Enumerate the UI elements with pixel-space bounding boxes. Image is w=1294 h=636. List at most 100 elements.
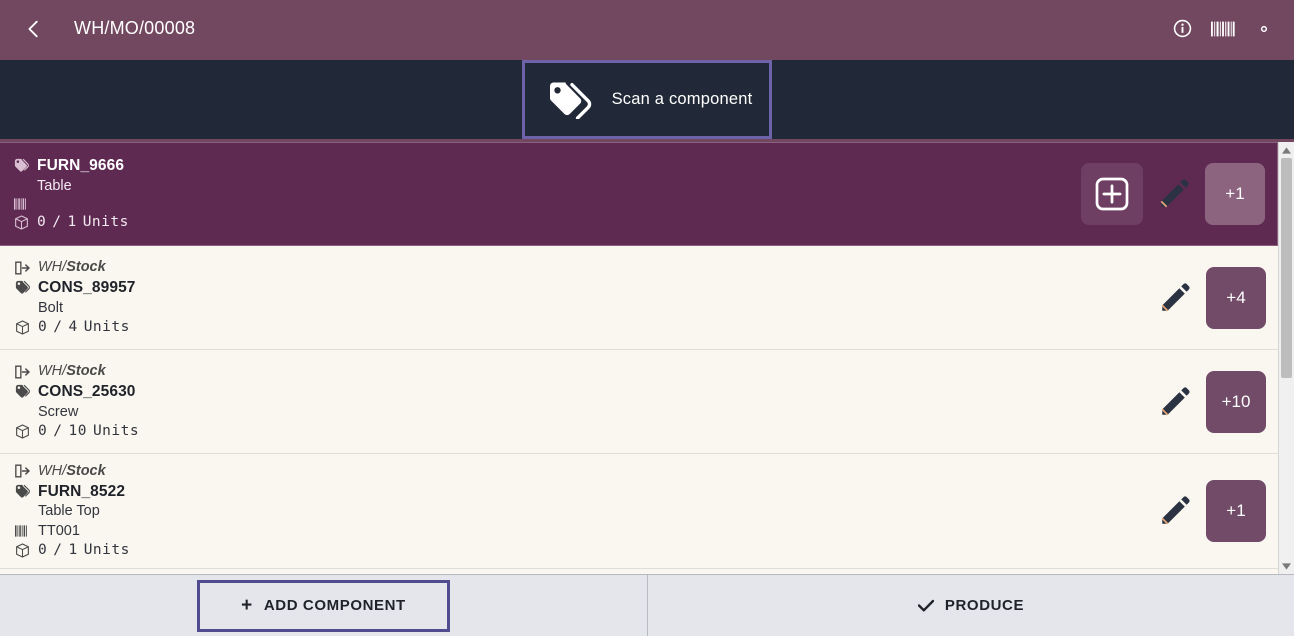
product-code-line: FURN_8522 <box>14 482 1144 502</box>
quantity-line: 0 / 10 Units <box>14 422 1144 441</box>
page-title: WH/MO/00008 <box>74 18 196 38</box>
plus-square-icon <box>1095 177 1129 211</box>
component-row-actions: +4 <box>1144 266 1278 329</box>
component-row[interactable]: WH/Stock FURN_8522 Table Top TT001 0/1 Units +… <box>0 454 1278 570</box>
quantity-done: 0 <box>38 319 48 336</box>
edit-component-button[interactable] <box>1144 480 1206 542</box>
quantity-done: 0 <box>37 214 47 231</box>
produce-cell[interactable]: PRODUCE <box>647 575 1294 636</box>
component-row-info: WH/Stock CONS_89957 Bolt 0/4 Units <box>14 258 1144 336</box>
tag-icon <box>15 385 30 398</box>
quantity-separator: / <box>53 423 63 440</box>
component-row-info: WH/Stock CONS_25630 Screw 0/10 Units <box>14 362 1144 440</box>
package-icon <box>15 424 29 439</box>
quick-add-quantity-button[interactable]: +4 <box>1206 266 1266 329</box>
product-code-line: CONS_25630 <box>14 382 1144 402</box>
package-icon-wrap <box>14 423 30 439</box>
scroll-up-button[interactable] <box>1279 142 1294 158</box>
component-row-actions: +1 <box>1144 480 1278 542</box>
location-arrow-icon <box>14 261 30 275</box>
location-arrow-icon <box>14 365 30 379</box>
source-location-line: WH/Stock <box>14 258 1144 277</box>
quick-add-quantity-button[interactable]: +1 <box>1205 163 1265 225</box>
barcode-button[interactable] <box>1211 17 1235 41</box>
tag-icon-wrap <box>14 384 30 400</box>
location-arrow-icon-wrap <box>14 463 30 479</box>
component-row[interactable]: FURN_9666 Table 0 / 1 Units +1 <box>0 142 1278 246</box>
quantity-unit: Units <box>82 214 129 231</box>
barcode-icon <box>13 198 26 211</box>
settings-button[interactable] <box>1252 17 1276 41</box>
quantity-total: 4 <box>68 319 78 336</box>
source-location: WH/Stock <box>38 258 106 277</box>
tag-icon <box>15 484 30 498</box>
source-location: WH/Stock <box>38 362 106 381</box>
top-bar-icon-group <box>1170 17 1276 41</box>
produce-label: PRODUCE <box>944 597 1025 614</box>
pencil-icon <box>1160 179 1189 208</box>
list-scrollbar[interactable] <box>1278 142 1294 574</box>
source-location-line: WH/Stock <box>14 462 1144 481</box>
scan-component-button[interactable]: Scan a component <box>522 60 772 139</box>
quick-add-quantity-button[interactable]: +10 <box>1206 370 1266 433</box>
quantity-total: 10 <box>68 423 87 440</box>
check-icon <box>917 599 934 612</box>
back-button[interactable] <box>14 9 54 49</box>
tag-icon-wrap <box>13 158 29 174</box>
product-code: CONS_89957 <box>38 278 136 296</box>
package-icon-wrap <box>14 543 30 559</box>
lot-number: TT001 <box>38 522 80 539</box>
product-description-line: Table Top <box>14 502 1144 521</box>
edit-component-button[interactable] <box>1144 267 1206 329</box>
bottom-action-bar: + ADD COMPONENT PRODUCE <box>0 574 1294 636</box>
quantity-total: 1 <box>68 542 78 559</box>
scrollbar-track[interactable] <box>1279 158 1294 558</box>
product-description: Table Top <box>38 503 100 520</box>
component-row-info: WH/Stock FURN_8522 Table Top TT001 0/1 Units <box>14 462 1144 560</box>
scroll-down-button[interactable] <box>1279 558 1294 574</box>
product-code: FURN_8522 <box>38 482 126 500</box>
component-list-area: FURN_9666 Table 0/1 Units +1 WH/Stock CONS_899… <box>0 142 1294 574</box>
add-component-button[interactable]: + ADD COMPONENT <box>197 579 450 632</box>
product-code-line: FURN_9666 <box>13 156 1081 176</box>
caret-down-icon <box>1282 562 1291 570</box>
quantity-line: 0 / 1 Units <box>13 213 1081 232</box>
product-code-line: CONS_89957 <box>14 278 1144 298</box>
plus-icon: + <box>241 595 253 616</box>
barcode-icon <box>14 525 27 537</box>
location-prefix: WH/ <box>38 259 67 276</box>
quantity-separator: / <box>53 319 63 336</box>
add-quantity-button[interactable] <box>1081 163 1143 225</box>
source-location-line: WH/Stock <box>14 362 1144 381</box>
barcode-icon-wrap <box>13 196 29 212</box>
barcode-icon-wrap <box>14 523 30 539</box>
package-icon-wrap <box>13 215 29 231</box>
component-row[interactable]: WH/Stock CONS_89957 Bolt 0/4 Units +4 <box>0 246 1278 350</box>
tag-icon <box>14 159 29 172</box>
edit-component-button[interactable] <box>1144 371 1206 433</box>
info-button[interactable] <box>1170 17 1194 41</box>
quantity-line: 0 / 1 Units <box>14 541 1144 560</box>
quantity-text: 0 / 10 Units <box>38 422 139 441</box>
barcode-icon <box>1211 21 1235 36</box>
quantity-text: 0 / 1 Units <box>38 541 130 560</box>
produce-button[interactable]: PRODUCE <box>917 597 1025 614</box>
product-description: Screw <box>38 403 79 420</box>
quantity-separator: / <box>53 542 63 559</box>
component-row[interactable]: WH/Stock CONS_25630 Screw 0/10 Units +10 <box>0 350 1278 454</box>
scrollbar-thumb[interactable] <box>1281 158 1292 378</box>
component-row-actions: +1 <box>1081 163 1277 225</box>
edit-component-button[interactable] <box>1143 163 1205 225</box>
quantity-separator: / <box>52 214 62 231</box>
mrp-production-screen: WH/MO/00008 Scan a component FURN_9666 T… <box>0 0 1294 636</box>
lot-line <box>13 196 1081 212</box>
location-arrow-icon-wrap <box>14 260 30 276</box>
package-icon <box>15 320 29 335</box>
pencil-icon <box>1161 386 1190 415</box>
product-description-line: Table <box>13 177 1081 196</box>
location-name: Stock <box>66 463 106 479</box>
quantity-done: 0 <box>38 542 48 559</box>
pencil-icon <box>1161 496 1190 525</box>
quick-add-quantity-button[interactable]: +1 <box>1206 480 1266 542</box>
add-component-cell[interactable]: + ADD COMPONENT <box>0 575 647 636</box>
